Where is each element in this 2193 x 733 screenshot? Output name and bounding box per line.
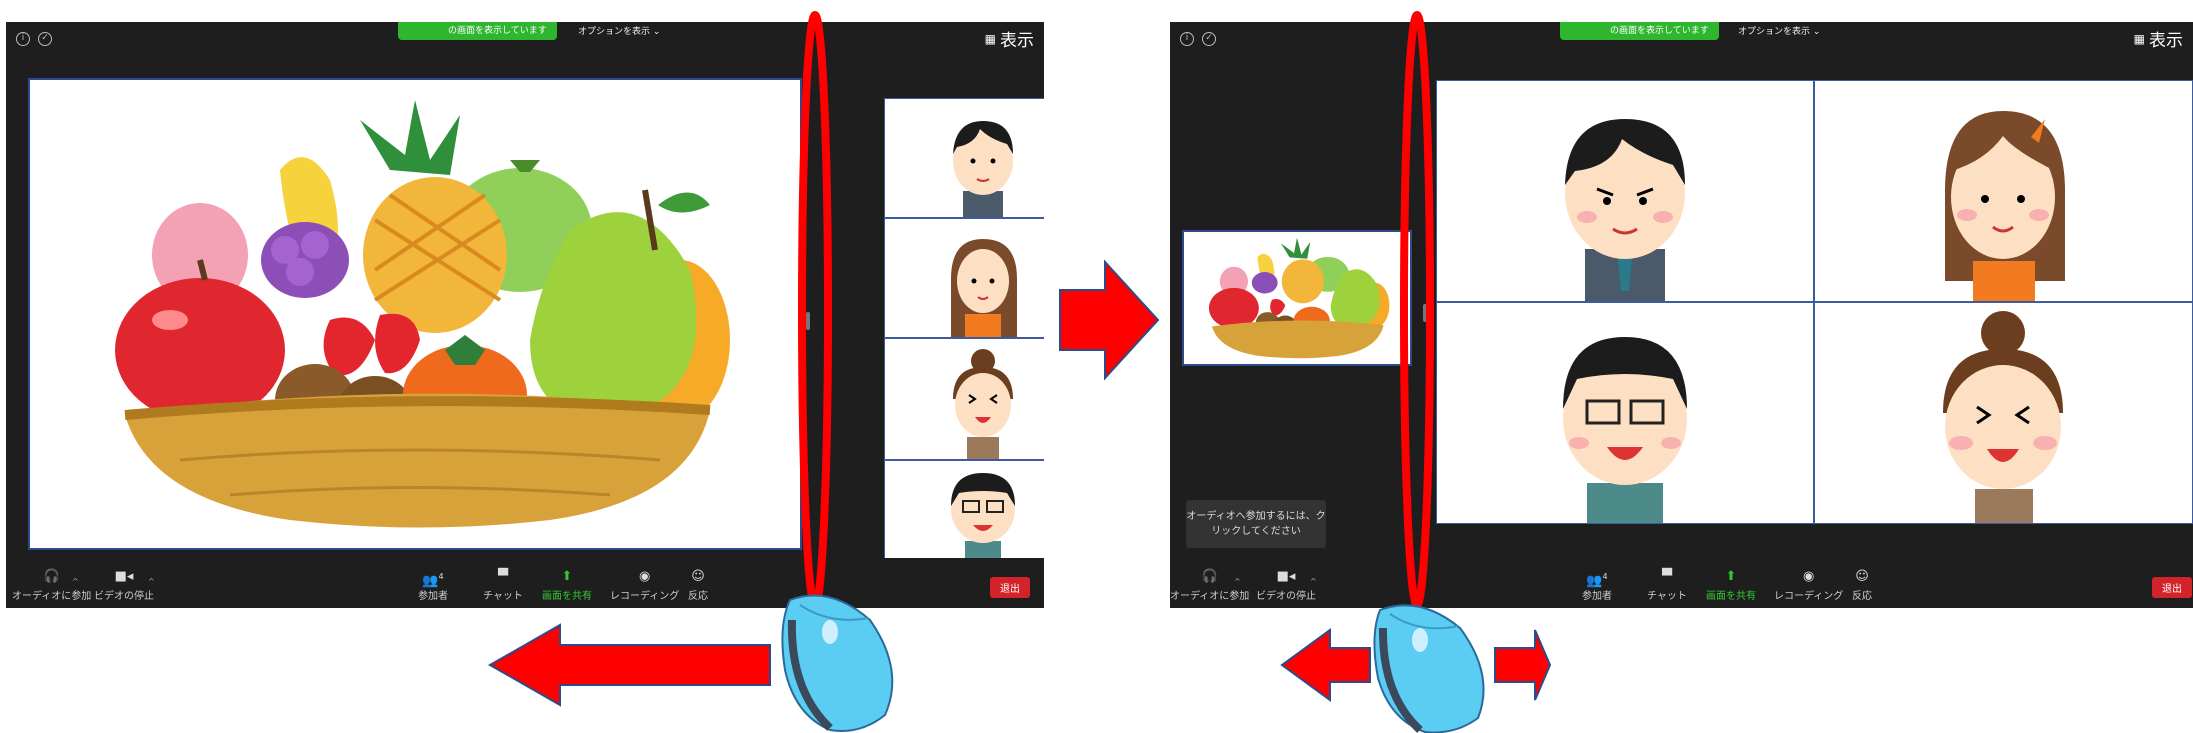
participant-tile[interactable] — [884, 218, 1044, 338]
top-left-icons: i ✓ — [16, 32, 52, 46]
zoom-window-right: i ✓ の画面を表示しています オプションを表示 ⌄ ▦ 表示 オーディオへ参加… — [1170, 22, 2193, 608]
chat-label: チャット — [1647, 591, 1687, 602]
join-audio-tooltip: オーディオへ参加するには、クリックしてください — [1186, 500, 1326, 548]
reactions-button[interactable]: ☺ 反応 — [1852, 569, 1872, 603]
participant-count: 4 — [1602, 572, 1608, 581]
reactions-label: 反応 — [1852, 591, 1872, 602]
info-icon[interactable]: i — [1180, 32, 1194, 46]
record-button[interactable]: ◉ レコーディング — [1774, 569, 1844, 603]
participant-tile[interactable] — [884, 338, 1044, 460]
chat-label: チャット — [483, 591, 523, 602]
sharing-banner: の画面を表示しています — [398, 22, 557, 40]
stop-video-label: ビデオの停止 — [1256, 591, 1316, 602]
reactions-label: 反応 — [688, 591, 708, 602]
chat-button[interactable]: ▀ チャット — [483, 569, 523, 603]
avatar-man-angry — [953, 121, 1013, 217]
join-audio-label: オーディオに参加 — [12, 591, 92, 602]
video-caret-icon[interactable]: ^ — [148, 577, 155, 586]
stop-video-button[interactable]: ■◂ ビデオの停止 — [94, 569, 154, 603]
meeting-toolbar: 🎧 オーディオに参加 ^ ■◂ ビデオの停止 ^ 👥4 参加者 ▀ チャット ⬆… — [1170, 558, 2193, 608]
avatar-woman-brown-hair — [951, 239, 1017, 337]
splitter-handle[interactable] — [1423, 304, 1427, 322]
record-label: レコーディング — [1774, 591, 1844, 602]
avatar-woman-brown-hair — [1945, 111, 2065, 301]
participant-tile[interactable] — [1436, 80, 1814, 302]
top-left-icons: i ✓ — [1180, 32, 1216, 46]
share-screen-icon: ⬆ — [1725, 569, 1737, 584]
transition-arrow — [1059, 259, 1160, 381]
fruit-basket-illustration — [115, 100, 730, 528]
headphones-icon: 🎧 — [43, 569, 60, 584]
leave-button[interactable]: 退出 — [2152, 577, 2192, 598]
join-audio-button[interactable]: 🎧 オーディオに参加 — [1170, 570, 1250, 603]
drag-left-arrow — [487, 623, 771, 707]
chat-bubble-icon: ▀ — [497, 569, 508, 584]
stop-video-label: ビデオの停止 — [94, 591, 154, 602]
drag-right-arrow — [1494, 629, 1552, 701]
share-screen-button[interactable]: ⬆ 画面を共有 — [1706, 569, 1756, 603]
record-icon: ◉ — [1802, 569, 1815, 584]
shield-icon[interactable]: ✓ — [1202, 32, 1216, 46]
leave-button[interactable]: 退出 — [990, 577, 1030, 598]
video-camera-icon: ■◂ — [1276, 569, 1296, 584]
join-audio-label: オーディオに参加 — [1170, 591, 1250, 602]
grid-view-icon: ▦ — [984, 31, 996, 46]
participant-tile[interactable] — [1814, 80, 2193, 302]
avatar-man-glasses — [951, 473, 1015, 559]
info-icon[interactable]: i — [16, 32, 30, 46]
video-caret-icon[interactable]: ^ — [1310, 577, 1317, 586]
participant-tile[interactable] — [884, 98, 1044, 218]
participants-button[interactable]: 👥4 参加者 — [418, 570, 448, 602]
participant-count: 4 — [438, 572, 444, 581]
participants-button[interactable]: 👥4 参加者 — [1582, 570, 1612, 602]
audio-caret-icon[interactable]: ^ — [1234, 577, 1241, 586]
view-label: 表示 — [2149, 31, 2183, 51]
reaction-icon: ☺ — [691, 569, 705, 584]
view-label: 表示 — [1000, 31, 1034, 51]
participants-icon: 👥4 — [422, 572, 444, 589]
shared-screen — [28, 78, 802, 550]
avatar-man-angry — [1565, 119, 1685, 301]
chat-button[interactable]: ▀ チャット — [1647, 569, 1687, 603]
shield-icon[interactable]: ✓ — [38, 32, 52, 46]
shared-screen-thumbnail[interactable] — [1182, 230, 1412, 366]
grid-view-icon: ▦ — [2133, 31, 2145, 46]
splitter-handle[interactable] — [806, 312, 810, 330]
video-camera-icon: ■◂ — [114, 569, 134, 584]
record-label: レコーディング — [610, 591, 680, 602]
mouse-icon — [781, 594, 894, 732]
meeting-toolbar: 🎧 オーディオに参加 ^ ■◂ ビデオの停止 ^ 👥4 参加者 ▀ チャット ⬆… — [6, 558, 1044, 608]
avatar-woman-bun — [1943, 311, 2063, 523]
join-audio-button[interactable]: 🎧 オーディオに参加 — [12, 569, 92, 603]
view-button[interactable]: ▦ 表示 — [985, 26, 1034, 51]
avatar-woman-bun — [953, 349, 1013, 459]
stop-video-button[interactable]: ■◂ ビデオの停止 — [1256, 569, 1316, 603]
sharing-banner: の画面を表示しています — [1560, 22, 1719, 40]
options-dropdown[interactable]: オプションを表示 ⌄ — [1738, 24, 1820, 37]
mouse-icon — [1373, 604, 1485, 733]
participants-label: 参加者 — [418, 591, 448, 602]
fruit-basket-illustration — [1208, 237, 1390, 359]
reaction-icon: ☺ — [1855, 569, 1869, 584]
view-button[interactable]: ▦ 表示 — [2134, 26, 2183, 51]
zoom-window-left: i ✓ の画面を表示しています オプションを表示 ⌄ ▦ 表示 🎧 オーディオに… — [6, 22, 1044, 608]
share-screen-button[interactable]: ⬆ 画面を共有 — [542, 569, 592, 603]
avatar-man-glasses — [1563, 337, 1687, 523]
participant-tile[interactable] — [1436, 302, 1814, 524]
record-icon: ◉ — [638, 569, 651, 584]
chat-bubble-icon: ▀ — [1661, 569, 1672, 584]
participant-tile[interactable] — [1814, 302, 2193, 524]
share-screen-label: 画面を共有 — [542, 591, 592, 602]
participants-label: 参加者 — [1582, 591, 1612, 602]
participants-icon: 👥4 — [1586, 572, 1608, 589]
drag-left-arrow — [1280, 628, 1371, 702]
record-button[interactable]: ◉ レコーディング — [610, 569, 680, 603]
reactions-button[interactable]: ☺ 反応 — [688, 569, 708, 603]
options-dropdown[interactable]: オプションを表示 ⌄ — [578, 24, 660, 37]
audio-caret-icon[interactable]: ^ — [72, 577, 79, 586]
share-screen-icon: ⬆ — [561, 569, 573, 584]
participant-tile[interactable] — [884, 460, 1044, 560]
share-screen-label: 画面を共有 — [1706, 591, 1756, 602]
